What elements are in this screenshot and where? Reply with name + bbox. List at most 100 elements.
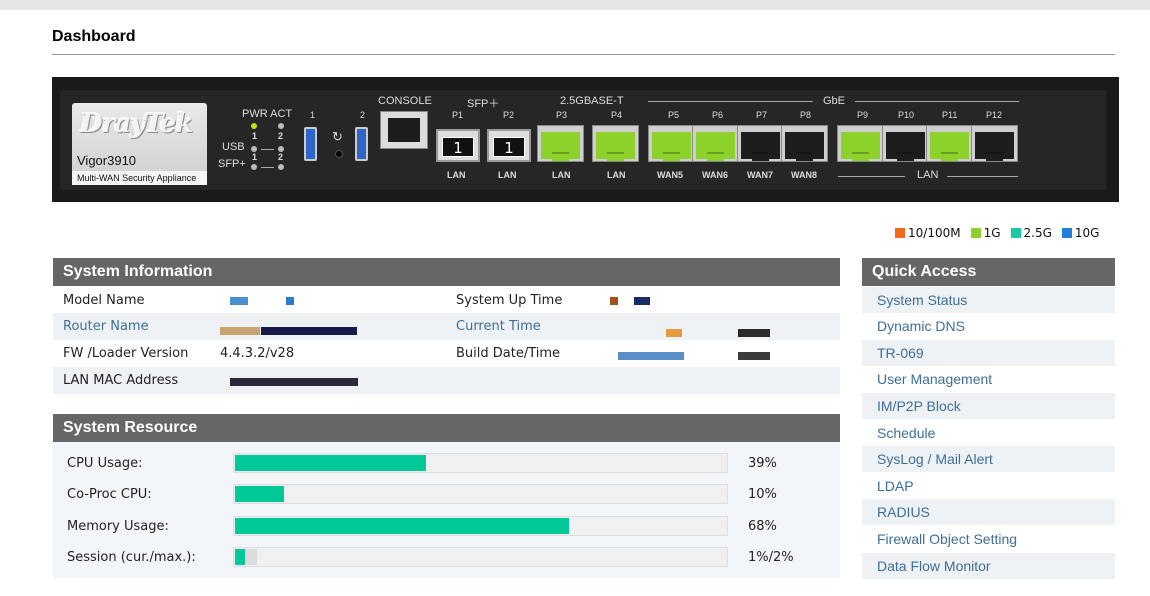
cpu-usage-label: CPU Usage: bbox=[67, 456, 143, 471]
usb-led-2: 2 bbox=[278, 131, 284, 141]
ethernet-port-p8-icon bbox=[781, 125, 828, 162]
port-p7-label: WAN7 bbox=[747, 170, 774, 180]
quick-access-syslog-mail-alert[interactable]: SysLog / Mail Alert bbox=[862, 446, 1115, 472]
quick-access-im-p2p-block[interactable]: IM/P2P Block bbox=[862, 393, 1115, 419]
router-name-label[interactable]: Router Name bbox=[63, 313, 149, 340]
session-value: 1%/2% bbox=[748, 550, 794, 565]
port-p8-name: P8 bbox=[800, 110, 812, 120]
sfp-led-label: SFP+ bbox=[218, 158, 246, 170]
session-current-fill bbox=[235, 549, 245, 565]
ethernet-port-p11-icon bbox=[926, 125, 973, 162]
model-name-value-redacted bbox=[230, 297, 248, 305]
system-up-time-value-redacted-2 bbox=[634, 297, 650, 305]
quick-access-system-status[interactable]: System Status bbox=[862, 287, 1115, 313]
usb-led-label: USB bbox=[222, 141, 245, 153]
port-p5-label: WAN5 bbox=[657, 170, 684, 180]
port-p2-name: P2 bbox=[503, 110, 515, 120]
memory-usage-bar bbox=[233, 516, 728, 536]
system-up-time-label: System Up Time bbox=[456, 293, 563, 308]
legend-10-100m: 10/100M bbox=[908, 226, 961, 240]
co-proc-cpu-label: Co-Proc CPU: bbox=[67, 487, 152, 502]
port-p5-name: P5 bbox=[668, 110, 680, 120]
port-p1-label: LAN bbox=[447, 170, 466, 180]
session-label: Session (cur./max.): bbox=[67, 550, 196, 565]
gbe-line-left bbox=[648, 101, 813, 102]
co-proc-cpu-bar bbox=[233, 484, 728, 504]
session-bar bbox=[233, 547, 728, 567]
speed-legend: 10/100M 1G 2.5G 10G bbox=[895, 226, 1099, 240]
lan-mac-address-value-redacted bbox=[230, 378, 358, 386]
quick-access-dynamic-dns[interactable]: Dynamic DNS bbox=[862, 313, 1115, 339]
current-time-label[interactable]: Current Time bbox=[456, 313, 541, 340]
quick-access-radius[interactable]: RADIUS bbox=[862, 499, 1115, 525]
port-p10-name: P10 bbox=[898, 110, 915, 120]
fw-loader-version-label: FW /Loader Version bbox=[63, 346, 189, 361]
router-name-value-redacted bbox=[220, 327, 260, 335]
port-p3-name: P3 bbox=[556, 110, 568, 120]
memory-usage-value: 68% bbox=[748, 519, 777, 534]
port-p11-name: P11 bbox=[942, 110, 958, 120]
reset-button-icon bbox=[335, 150, 343, 158]
co-proc-cpu-value: 10% bbox=[748, 487, 777, 502]
act-led-icon bbox=[278, 123, 284, 129]
usb-led-1: 1 bbox=[252, 131, 258, 141]
system-resource-header: System Resource bbox=[53, 414, 840, 442]
build-date-time-value-redacted-2 bbox=[738, 352, 770, 360]
device-chassis: DrayTek Vigor3910 Multi-WAN Security App… bbox=[60, 90, 1106, 190]
sfp-led-divider bbox=[261, 167, 274, 168]
port-p4-label: LAN bbox=[607, 170, 626, 180]
port-p2-label: LAN bbox=[498, 170, 517, 180]
system-information-header: System Information bbox=[53, 258, 840, 286]
legend-swatch-10-100m bbox=[895, 228, 905, 238]
reset-icon: ↻ bbox=[332, 129, 343, 144]
cpu-usage-fill bbox=[235, 455, 426, 471]
ethernet-port-p9-icon bbox=[837, 125, 884, 162]
quick-access-firewall-object-setting[interactable]: Firewall Object Setting bbox=[862, 526, 1115, 552]
memory-usage-fill bbox=[235, 518, 569, 534]
current-time-value-redacted-2 bbox=[738, 329, 770, 337]
model-name-label: Model Name bbox=[63, 293, 145, 308]
info-row-4: LAN MAC Address bbox=[53, 367, 840, 394]
quick-access-tr-069[interactable]: TR-069 bbox=[862, 340, 1115, 366]
current-time-value-redacted bbox=[666, 329, 682, 337]
fw-loader-version-value: 4.4.3.2/v28 bbox=[220, 346, 295, 361]
system-up-time-value-redacted bbox=[610, 297, 618, 305]
cpu-usage-bar bbox=[233, 453, 728, 473]
usb-port-1-icon bbox=[304, 127, 317, 161]
ethernet-port-p4-icon bbox=[592, 125, 639, 162]
build-date-time-value-redacted bbox=[618, 352, 684, 360]
legend-2-5g: 2.5G bbox=[1023, 226, 1052, 240]
device-subtitle: Multi-WAN Security Appliance bbox=[72, 171, 207, 185]
ethernet-port-p10-icon bbox=[882, 125, 929, 162]
port-p12-name: P12 bbox=[986, 110, 1003, 120]
quick-access-data-flow-monitor[interactable]: Data Flow Monitor bbox=[862, 553, 1115, 579]
device-model: Vigor3910 bbox=[77, 153, 137, 168]
info-row-2: Router Name Current Time bbox=[53, 313, 840, 340]
port-p6-label: WAN6 bbox=[702, 170, 729, 180]
ethernet-port-p6-icon bbox=[692, 125, 739, 162]
quick-access-header: Quick Access bbox=[862, 258, 1115, 286]
sfp-led-2-icon bbox=[278, 164, 284, 170]
port-p3-label: LAN bbox=[552, 170, 571, 180]
port-p6-name: P6 bbox=[712, 110, 724, 120]
cpu-usage-value: 39% bbox=[748, 456, 777, 471]
console-label: CONSOLE bbox=[378, 95, 432, 107]
legend-10g: 10G bbox=[1074, 226, 1100, 240]
gbe-group-label: GbE bbox=[823, 95, 846, 107]
quick-access-user-management[interactable]: User Management bbox=[862, 366, 1115, 392]
sfp-led-1-icon bbox=[251, 164, 257, 170]
brand-plate: DrayTek Vigor3910 Multi-WAN Security App… bbox=[72, 103, 207, 185]
device-front-panel: DrayTek Vigor3910 Multi-WAN Security App… bbox=[52, 77, 1119, 202]
port-p9-name: P9 bbox=[857, 110, 869, 120]
quick-access-schedule[interactable]: Schedule bbox=[862, 420, 1115, 446]
usb-led-divider bbox=[261, 149, 274, 150]
sfp-group-label: SFP＋ bbox=[467, 98, 500, 110]
usb-port-2-icon bbox=[355, 127, 368, 161]
draytek-logo: DrayTek bbox=[80, 109, 193, 139]
title-divider bbox=[52, 54, 1115, 55]
port-p8-label: WAN8 bbox=[791, 170, 818, 180]
quick-access-ldap[interactable]: LDAP bbox=[862, 473, 1115, 499]
base-group-label: 2.5GBASE-T bbox=[560, 95, 624, 107]
sfp-led-1: 1 bbox=[252, 152, 258, 162]
legend-swatch-1g bbox=[970, 228, 981, 238]
